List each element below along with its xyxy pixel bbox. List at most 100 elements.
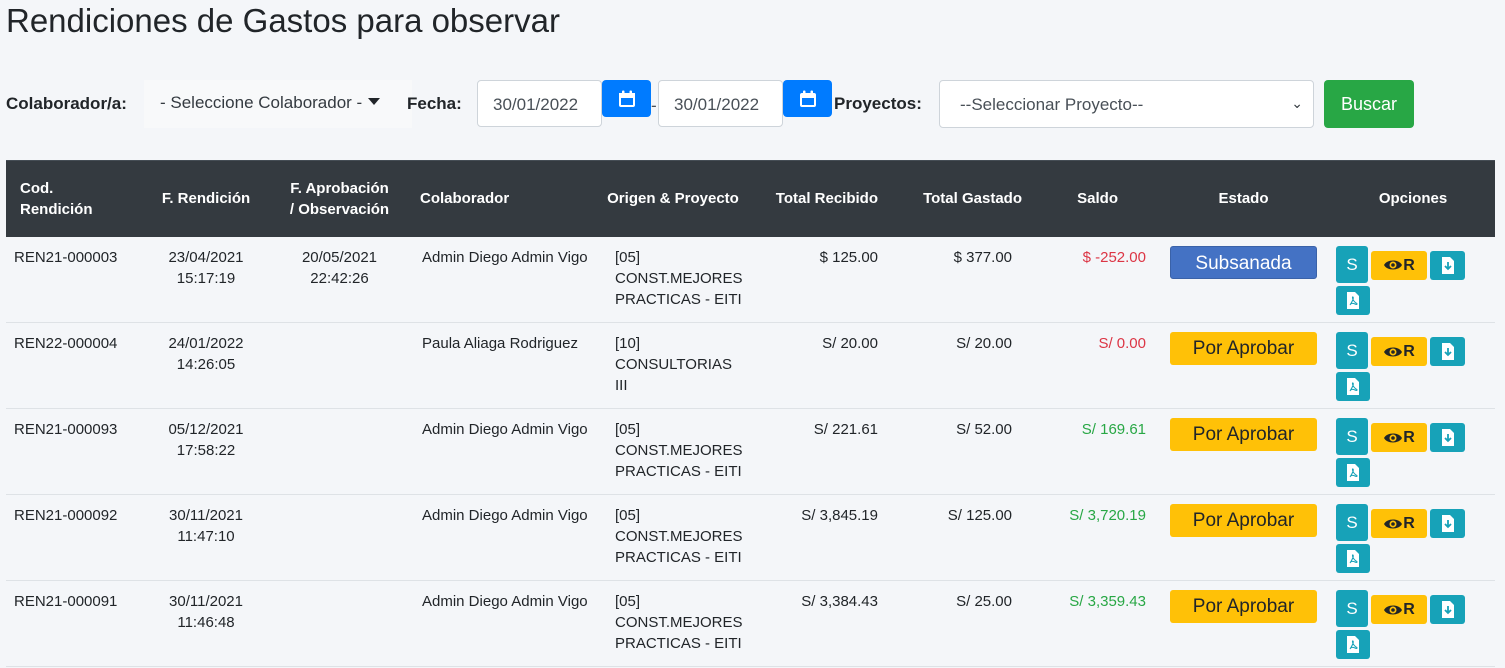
calendar-icon xyxy=(618,90,635,107)
table-row[interactable]: REN21-000003 23/04/2021 15:17:19 20/05/20… xyxy=(6,237,1495,323)
table-row[interactable]: REN22-000004 24/01/2022 14:26:05 Paula Al… xyxy=(6,323,1495,409)
download-button[interactable] xyxy=(1430,337,1465,366)
cell-f-aprobacion: 20/05/2021 22:42:26 xyxy=(301,248,378,287)
header-total-recibido[interactable]: Total Recibido xyxy=(753,160,888,237)
cell-f-rendicion: 24/01/2022 14:26:05 xyxy=(168,335,244,373)
calendar-icon xyxy=(799,90,816,107)
cell-origen: [05] CONST.MEJORES PRACTICAS - EITI xyxy=(615,248,743,308)
cell-f-aprobacion xyxy=(281,323,398,409)
table-row[interactable]: REN21-000092 30/11/2021 11:47:10 Admin Di… xyxy=(6,495,1495,581)
cell-f-rendicion: 30/11/2021 11:47:10 xyxy=(169,507,243,545)
view-button[interactable]: R xyxy=(1371,337,1427,366)
cell-f-rendicion: 23/04/2021 15:17:19 xyxy=(168,248,244,287)
colaborador-label: Colaborador/a: xyxy=(6,94,127,113)
cell-cod: REN22-000004 xyxy=(14,335,118,352)
s-button[interactable]: S xyxy=(1336,245,1368,283)
cell-f-aprobacion xyxy=(281,581,398,667)
cell-opciones: S R xyxy=(1331,581,1495,667)
chevron-down-icon: ⌄ xyxy=(1291,95,1303,111)
cell-f-aprobacion xyxy=(281,409,398,495)
header-opciones: Opciones xyxy=(1331,160,1495,237)
header-f-aprobacion[interactable]: F. Aprobación / Observación xyxy=(281,160,398,237)
s-button[interactable]: S xyxy=(1336,504,1368,541)
cell-cod: REN21-000093 xyxy=(14,421,118,438)
cell-cod: REN21-000091 xyxy=(14,593,118,610)
header-saldo[interactable]: Saldo xyxy=(1022,160,1156,237)
header-estado[interactable]: Estado xyxy=(1156,160,1331,237)
cell-colaborador: Paula Aliaga Rodriguez xyxy=(422,335,578,352)
cell-total-gastado: S/ 20.00 xyxy=(956,335,1012,352)
cell-saldo: S/ 169.61 xyxy=(1081,421,1146,438)
cell-total-recibido: S/ 3,845.19 xyxy=(801,507,878,524)
fecha-label: Fecha: xyxy=(407,94,462,113)
cell-total-gastado: S/ 125.00 xyxy=(947,507,1012,524)
cell-f-aprobacion xyxy=(281,495,398,581)
cell-origen: [05] CONST.MEJORES PRACTICAS - EITI xyxy=(615,507,743,566)
filter-bar: Colaborador/a: - Seleccione Colaborador … xyxy=(6,80,1486,128)
cell-opciones: S R xyxy=(1331,495,1495,581)
pdf-icon xyxy=(1347,464,1359,481)
download-button[interactable] xyxy=(1430,423,1465,452)
s-button[interactable]: S xyxy=(1336,418,1368,455)
calendar-desde-button[interactable] xyxy=(602,80,651,117)
view-button[interactable]: R xyxy=(1371,509,1427,538)
cell-f-rendicion: 30/11/2021 11:46:48 xyxy=(169,593,243,631)
header-colaborador[interactable]: Colaborador xyxy=(398,160,593,237)
eye-icon xyxy=(1384,347,1403,356)
calendar-hasta-button[interactable] xyxy=(783,80,832,117)
status-badge: Por Aprobar xyxy=(1170,590,1317,623)
proyectos-label: Proyectos: xyxy=(834,94,922,113)
fecha-hasta-input[interactable]: 30/01/2022 xyxy=(658,80,783,127)
colaborador-value: - Seleccione Colaborador - xyxy=(160,93,363,112)
cell-cod: REN21-000092 xyxy=(14,507,118,524)
cell-estado: Subsanada xyxy=(1156,237,1331,323)
status-badge: Por Aprobar xyxy=(1170,504,1317,537)
header-total-gastado[interactable]: Total Gastado xyxy=(888,160,1022,237)
cell-estado: Por Aprobar xyxy=(1156,495,1331,581)
buscar-button[interactable]: Buscar xyxy=(1324,80,1414,128)
colaborador-dropdown[interactable]: - Seleccione Colaborador - xyxy=(144,80,412,128)
download-button[interactable] xyxy=(1430,509,1465,538)
page-title: Rendiciones de Gastos para observar xyxy=(6,2,560,39)
view-button[interactable]: R xyxy=(1371,423,1427,452)
cell-colaborador: Admin Diego Admin Vigo xyxy=(422,421,588,438)
cell-total-recibido: S/ 3,384.43 xyxy=(801,593,878,610)
download-icon xyxy=(1441,515,1454,532)
cell-saldo: S/ 3,359.43 xyxy=(1069,593,1146,610)
cell-colaborador: Admin Diego Admin Vigo xyxy=(422,248,588,266)
s-button[interactable]: S xyxy=(1336,590,1368,627)
table-row[interactable]: REN21-000093 05/12/2021 17:58:22 Admin Di… xyxy=(6,409,1495,495)
proyecto-select[interactable]: --Seleccionar Proyecto-- ⌄ xyxy=(939,80,1314,128)
cell-total-recibido: S/ 221.61 xyxy=(813,421,878,438)
pdf-button[interactable] xyxy=(1336,372,1370,401)
download-button[interactable] xyxy=(1430,595,1465,624)
cell-total-recibido: $ 125.00 xyxy=(819,248,878,266)
s-button[interactable]: S xyxy=(1336,332,1368,369)
cell-cod: REN21-000003 xyxy=(14,248,118,266)
header-f-rendicion[interactable]: F. Rendición xyxy=(131,160,281,237)
cell-opciones: S R xyxy=(1331,237,1495,323)
download-icon xyxy=(1441,256,1454,274)
pdf-button[interactable] xyxy=(1336,544,1370,573)
pdf-button[interactable] xyxy=(1336,630,1370,659)
pdf-icon xyxy=(1347,291,1359,309)
pdf-button[interactable] xyxy=(1336,285,1370,315)
download-icon xyxy=(1441,601,1454,618)
header-cod[interactable]: Cod. Rendición xyxy=(6,160,131,237)
cell-opciones: S R xyxy=(1331,409,1495,495)
pdf-button[interactable] xyxy=(1336,458,1370,487)
download-button[interactable] xyxy=(1430,250,1465,280)
download-icon xyxy=(1441,343,1454,360)
caret-down-icon xyxy=(368,98,381,105)
fecha-desde-input[interactable]: 30/01/2022 xyxy=(477,80,602,127)
table-row[interactable]: REN21-000091 30/11/2021 11:46:48 Admin Di… xyxy=(6,581,1495,667)
pdf-icon xyxy=(1347,378,1359,395)
status-badge: Por Aprobar xyxy=(1170,332,1317,365)
fecha-separator: - xyxy=(651,96,657,115)
view-button[interactable]: R xyxy=(1371,595,1427,624)
cell-opciones: S R xyxy=(1331,323,1495,409)
cell-f-rendicion: 05/12/2021 17:58:22 xyxy=(168,421,244,459)
header-origen[interactable]: Origen & Proyecto xyxy=(593,160,753,237)
view-button[interactable]: R xyxy=(1371,250,1427,280)
cell-origen: [05] CONST.MEJORES PRACTICAS - EITI xyxy=(615,421,743,480)
